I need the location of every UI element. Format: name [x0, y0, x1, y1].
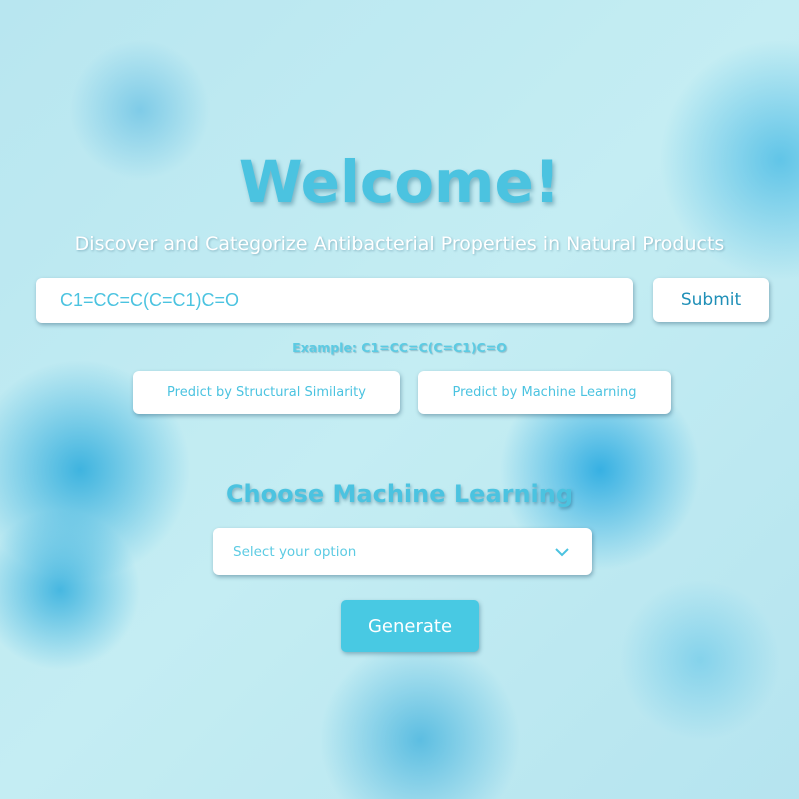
example-text: Example: C1=CC=C(C=C1)C=O	[292, 340, 507, 355]
ml-select[interactable]: Select your option	[213, 528, 592, 575]
ml-heading: Choose Machine Learning	[225, 480, 574, 508]
predict-machine-learning-button[interactable]: Predict by Machine Learning	[418, 371, 671, 414]
predict-structural-similarity-button[interactable]: Predict by Structural Similarity	[133, 371, 400, 414]
page-title: Welcome!	[238, 148, 561, 216]
page-subtitle: Discover and Categorize Antibacterial Pr…	[74, 233, 725, 255]
ml-select-placeholder: Select your option	[233, 543, 357, 560]
submit-button[interactable]: Submit	[653, 278, 769, 322]
chevron-down-icon	[555, 547, 569, 556]
smiles-input[interactable]	[36, 278, 633, 323]
generate-button[interactable]: Generate	[341, 600, 479, 652]
